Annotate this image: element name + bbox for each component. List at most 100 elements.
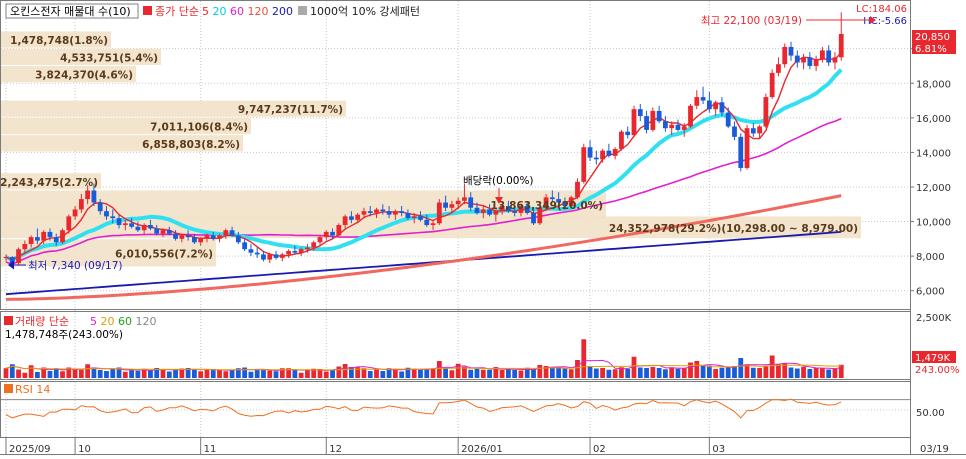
volume-bar xyxy=(342,364,348,378)
candle-body xyxy=(78,199,84,210)
candle-body xyxy=(179,235,185,239)
candle-body xyxy=(637,109,643,117)
volume-bar xyxy=(506,369,511,378)
candle-body xyxy=(474,207,480,213)
volume-bar xyxy=(210,369,216,378)
candle-body xyxy=(769,72,775,98)
x-tick-label: 03 xyxy=(712,444,725,455)
volume-bar xyxy=(28,365,34,378)
volume-bar xyxy=(22,372,28,378)
volume-bar xyxy=(637,367,643,378)
candle-body xyxy=(776,64,781,73)
x-tick-label: 11 xyxy=(204,444,217,455)
candle-body xyxy=(411,216,417,219)
candle-body xyxy=(355,214,361,220)
candle-body xyxy=(782,46,788,65)
volume-bar xyxy=(323,371,329,378)
rsi-title: RSI 14 xyxy=(15,383,50,396)
candle-body xyxy=(392,211,398,215)
candle-body xyxy=(820,50,825,60)
volume-bar xyxy=(549,367,555,378)
header-legend: 오킨스전자 매물대 수(10) 종가 단순 5 20 60 120 200 10… xyxy=(5,3,420,19)
y-tick-label: 12,000 xyxy=(916,183,951,194)
volume-bar xyxy=(97,370,103,378)
volume-bar xyxy=(173,370,178,378)
candle-body xyxy=(210,235,216,239)
candle-body xyxy=(744,128,750,168)
volume-bar xyxy=(732,366,737,378)
candle-body xyxy=(405,212,411,219)
volume-bar xyxy=(380,371,386,378)
candle-body xyxy=(750,128,756,134)
volume-bar xyxy=(3,368,9,378)
volume-bar xyxy=(204,370,210,378)
candle-body xyxy=(650,110,656,130)
volume-bar xyxy=(267,370,273,378)
volume-bar xyxy=(650,367,656,378)
volume-bar xyxy=(424,369,430,378)
volume-bar xyxy=(298,372,304,378)
candle-body xyxy=(681,126,687,130)
candle-body xyxy=(235,235,241,243)
candle-body xyxy=(349,216,354,220)
candle-body xyxy=(732,126,737,137)
chart-window: 1,478,748(1.8%) 4,533,751(5.4%) 3,824,370(… xyxy=(0,0,966,455)
volume-bar xyxy=(399,371,405,378)
ma-label: 종가 단순 xyxy=(155,5,199,18)
candle-body xyxy=(97,202,103,212)
volume-bar xyxy=(292,370,298,378)
candle-body xyxy=(801,57,806,63)
candle-body xyxy=(91,190,97,203)
volume-bar xyxy=(129,370,134,378)
volume-bar xyxy=(706,365,712,378)
volume-bar xyxy=(612,369,618,378)
volume-bar xyxy=(468,369,474,378)
candle-body xyxy=(148,225,153,229)
candle-body xyxy=(794,55,800,63)
volume-bar xyxy=(663,369,668,378)
candle-body xyxy=(656,110,662,122)
candle-body xyxy=(587,147,593,158)
volume-bar xyxy=(562,368,568,378)
candle-body xyxy=(688,105,693,127)
volume-bar xyxy=(330,370,335,378)
volume-bar xyxy=(261,369,266,378)
candle-body xyxy=(374,209,379,213)
candle-body xyxy=(330,231,335,236)
candle-body xyxy=(832,57,838,63)
volume-bar xyxy=(198,371,204,378)
volume-bar xyxy=(512,370,518,378)
volume-profile-label: 2,243,475(2.7%) xyxy=(0,177,98,189)
y-tick-label: 8,000 xyxy=(916,252,945,263)
volume-bar xyxy=(725,367,731,378)
volume-bar xyxy=(474,368,480,378)
candle-body xyxy=(455,200,461,205)
volume-profile-label: 7,011,106(8.4%) xyxy=(150,121,248,133)
candle-body xyxy=(185,235,191,238)
volume-bar xyxy=(217,369,222,378)
candle-body xyxy=(813,59,819,66)
stock-chart[interactable]: 1,478,748(1.8%) 4,533,751(5.4%) 3,824,370(… xyxy=(0,0,966,455)
candle-body xyxy=(531,212,536,224)
candle-body xyxy=(110,216,116,219)
volume-bar xyxy=(499,370,505,378)
volume-profile-label: 1,478,748(1.8%) xyxy=(10,35,108,47)
candle-body xyxy=(198,238,204,243)
candle-body xyxy=(28,237,34,245)
volume-bar xyxy=(556,367,562,378)
volume-bar xyxy=(750,367,756,378)
candle-body xyxy=(468,197,474,208)
candle-body xyxy=(826,50,832,63)
candle-body xyxy=(242,242,248,250)
volume-bar xyxy=(449,370,455,378)
candle-body xyxy=(16,249,21,264)
volume-tick: 2,500K xyxy=(916,313,952,324)
candle-body xyxy=(619,131,624,149)
candle-body xyxy=(154,228,160,234)
y-tick-label: 18,000 xyxy=(916,79,951,90)
candle-body xyxy=(261,254,266,260)
volume-bar xyxy=(688,362,693,378)
candle-body xyxy=(575,181,580,198)
volume-title: 거래량 단순 xyxy=(15,315,69,328)
volume-sub: 1,478,748주(243.00%) xyxy=(5,329,123,341)
